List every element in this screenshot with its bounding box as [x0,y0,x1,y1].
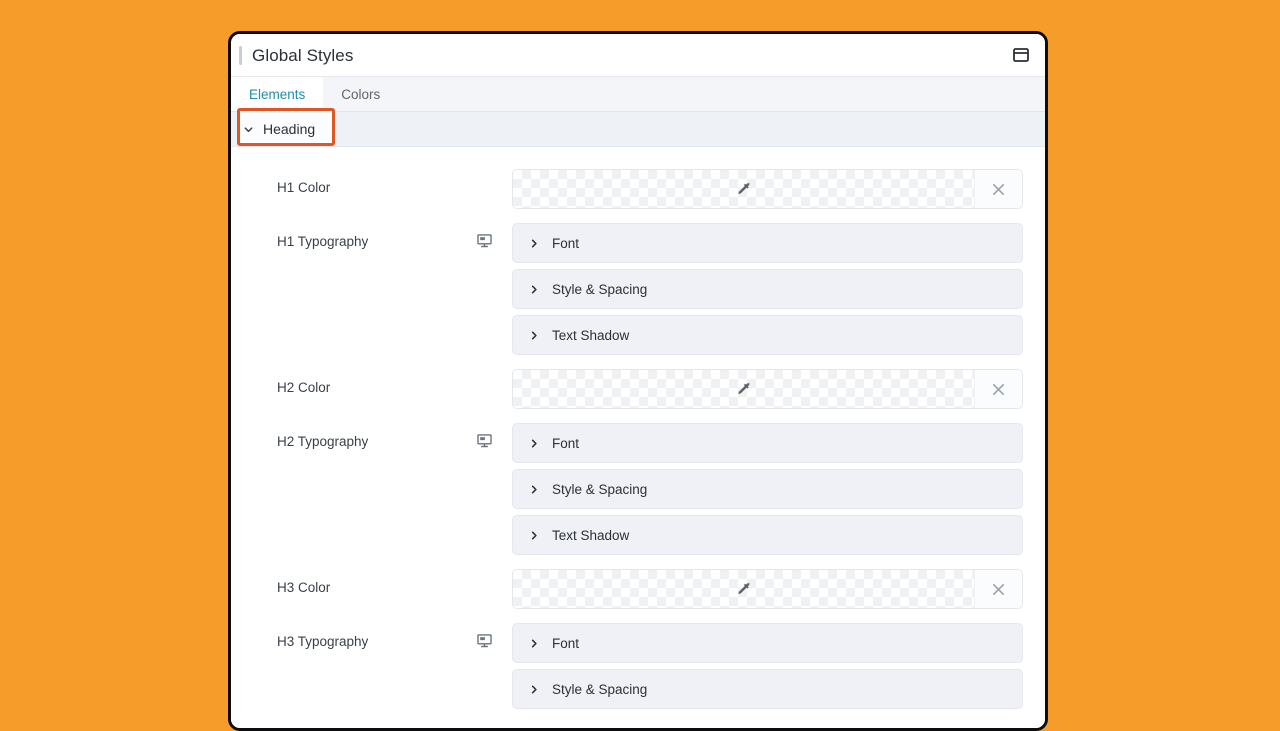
close-icon [993,183,1004,195]
row-control: Font Style & Spacing [512,623,1023,709]
accordion-item-label: Style & Spacing [552,481,648,497]
color-field[interactable] [512,569,1023,609]
chevron-right-icon [531,239,537,247]
page-title: Global Styles [252,45,354,65]
row-h1-typography: H1 Typography Font Style & Spacing Text … [231,223,1045,355]
row-control [512,169,1023,209]
clear-color-button[interactable] [974,370,1022,408]
accordion-item-label: Text Shadow [552,527,630,543]
chevron-right-icon [531,331,537,339]
accordion-item-label: Font [552,435,580,451]
section-header-row: Heading [231,108,1045,147]
color-swatch-transparent[interactable] [513,170,974,208]
accordion-item-text-shadow[interactable]: Text Shadow [512,315,1023,355]
row-h2-color: H2 Color [231,369,1045,409]
color-field[interactable] [512,169,1023,209]
clear-color-button[interactable] [974,170,1022,208]
row-control [512,569,1023,609]
chevron-right-icon [531,685,537,693]
global-styles-window: Global Styles Elements Colors Heading H1… [228,31,1048,731]
accordion-item-style-spacing[interactable]: Style & Spacing [512,469,1023,509]
device-col [477,423,512,453]
accordion-item-style-spacing[interactable]: Style & Spacing [512,269,1023,309]
accordion-item-text-shadow[interactable]: Text Shadow [512,515,1023,555]
eyedropper-icon [738,581,750,594]
drag-handle[interactable] [239,45,242,65]
tab-elements[interactable]: Elements [231,77,324,111]
close-icon [993,583,1004,595]
eyedropper-icon [738,381,750,394]
color-field[interactable] [512,369,1023,409]
accordion-item-label: Style & Spacing [552,681,648,697]
window-panel-icon[interactable] [1011,45,1031,65]
device-col [477,223,512,253]
row-control: Font Style & Spacing Text Shadow [512,223,1023,355]
accordion-item-font[interactable]: Font [512,223,1023,263]
section-heading-label: Heading [263,121,316,137]
clear-color-button[interactable] [974,570,1022,608]
accordion-item-label: Font [552,635,580,651]
color-swatch-transparent[interactable] [513,370,974,408]
accordion-item-font[interactable]: Font [512,623,1023,663]
section-heading-toggle[interactable]: Heading [231,112,331,146]
chevron-right-icon [531,531,537,539]
row-label: H2 Typography [277,434,369,449]
row-h3-typography: H3 Typography Font Style & Spacing [231,623,1045,709]
row-label: H1 Typography [277,234,369,249]
desktop-icon[interactable] [477,434,492,453]
desktop-icon[interactable] [477,234,492,253]
window-titlebar: Global Styles [231,34,1045,77]
accordion-item-label: Font [552,235,580,251]
typography-accordion: Font Style & Spacing Text Shadow [512,223,1023,355]
row-label: H1 Color [277,180,331,195]
row-label: H3 Typography [277,634,369,649]
typography-accordion: Font Style & Spacing Text Shadow [512,423,1023,555]
typography-accordion: Font Style & Spacing [512,623,1023,709]
eyedropper-icon [738,181,750,194]
chevron-right-icon [531,439,537,447]
color-swatch-transparent[interactable] [513,570,974,608]
chevron-down-icon [244,126,253,132]
tab-colors[interactable]: Colors [323,77,398,111]
row-h3-color: H3 Color [231,569,1045,609]
settings-content: H1 Color H1 Typography Font Style & Spac… [231,147,1045,728]
row-control [512,369,1023,409]
row-h1-color: H1 Color [231,169,1045,209]
chevron-right-icon [531,285,537,293]
row-control: Font Style & Spacing Text Shadow [512,423,1023,555]
chevron-right-icon [531,639,537,647]
accordion-item-label: Style & Spacing [552,281,648,297]
device-col [477,623,512,653]
close-icon [993,383,1004,395]
chevron-right-icon [531,485,537,493]
accordion-item-font[interactable]: Font [512,423,1023,463]
desktop-icon[interactable] [477,634,492,653]
row-h2-typography: H2 Typography Font Style & Spacing Text … [231,423,1045,555]
accordion-item-label: Text Shadow [552,327,630,343]
tab-bar: Elements Colors [231,77,1045,112]
row-label: H2 Color [277,380,331,395]
accordion-item-style-spacing[interactable]: Style & Spacing [512,669,1023,709]
row-label: H3 Color [277,580,331,595]
